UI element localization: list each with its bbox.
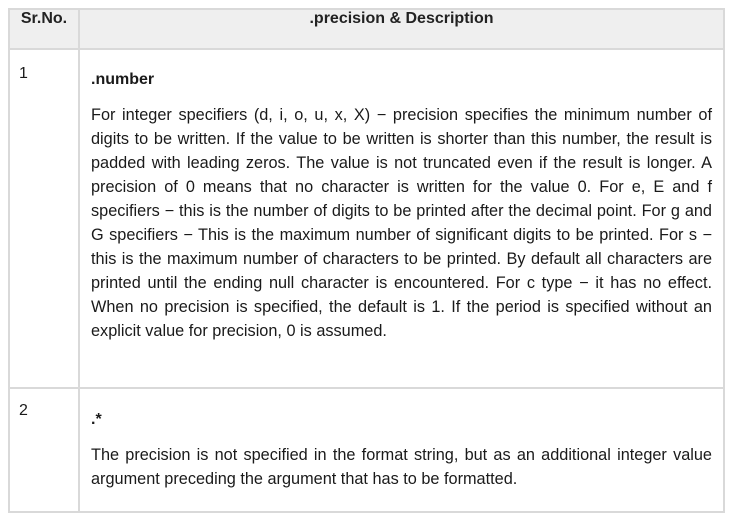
row-term: .* bbox=[91, 411, 102, 428]
row-description: The precision is not specified in the fo… bbox=[91, 446, 712, 488]
table-row: 2 .* The precision is not specified in t… bbox=[8, 387, 725, 513]
header-description: .precision & Description bbox=[78, 8, 725, 50]
row-number: 2 bbox=[8, 387, 80, 513]
row-description-cell: .* The precision is not specified in the… bbox=[78, 387, 725, 513]
row-number: 1 bbox=[8, 48, 80, 389]
row-description: For integer specifiers (d, i, o, u, x, X… bbox=[91, 106, 712, 340]
table-row: 1 .number For integer specifiers (d, i, … bbox=[8, 48, 725, 389]
header-row: Sr.No. .precision & Description bbox=[8, 8, 725, 50]
table-header: Sr.No. .precision & Description bbox=[8, 8, 725, 50]
header-sr-no: Sr.No. bbox=[8, 8, 80, 50]
precision-table: Sr.No. .precision & Description 1 .numbe… bbox=[8, 8, 725, 513]
row-description-cell: .number For integer specifiers (d, i, o,… bbox=[78, 48, 725, 389]
row-term: .number bbox=[91, 71, 155, 88]
